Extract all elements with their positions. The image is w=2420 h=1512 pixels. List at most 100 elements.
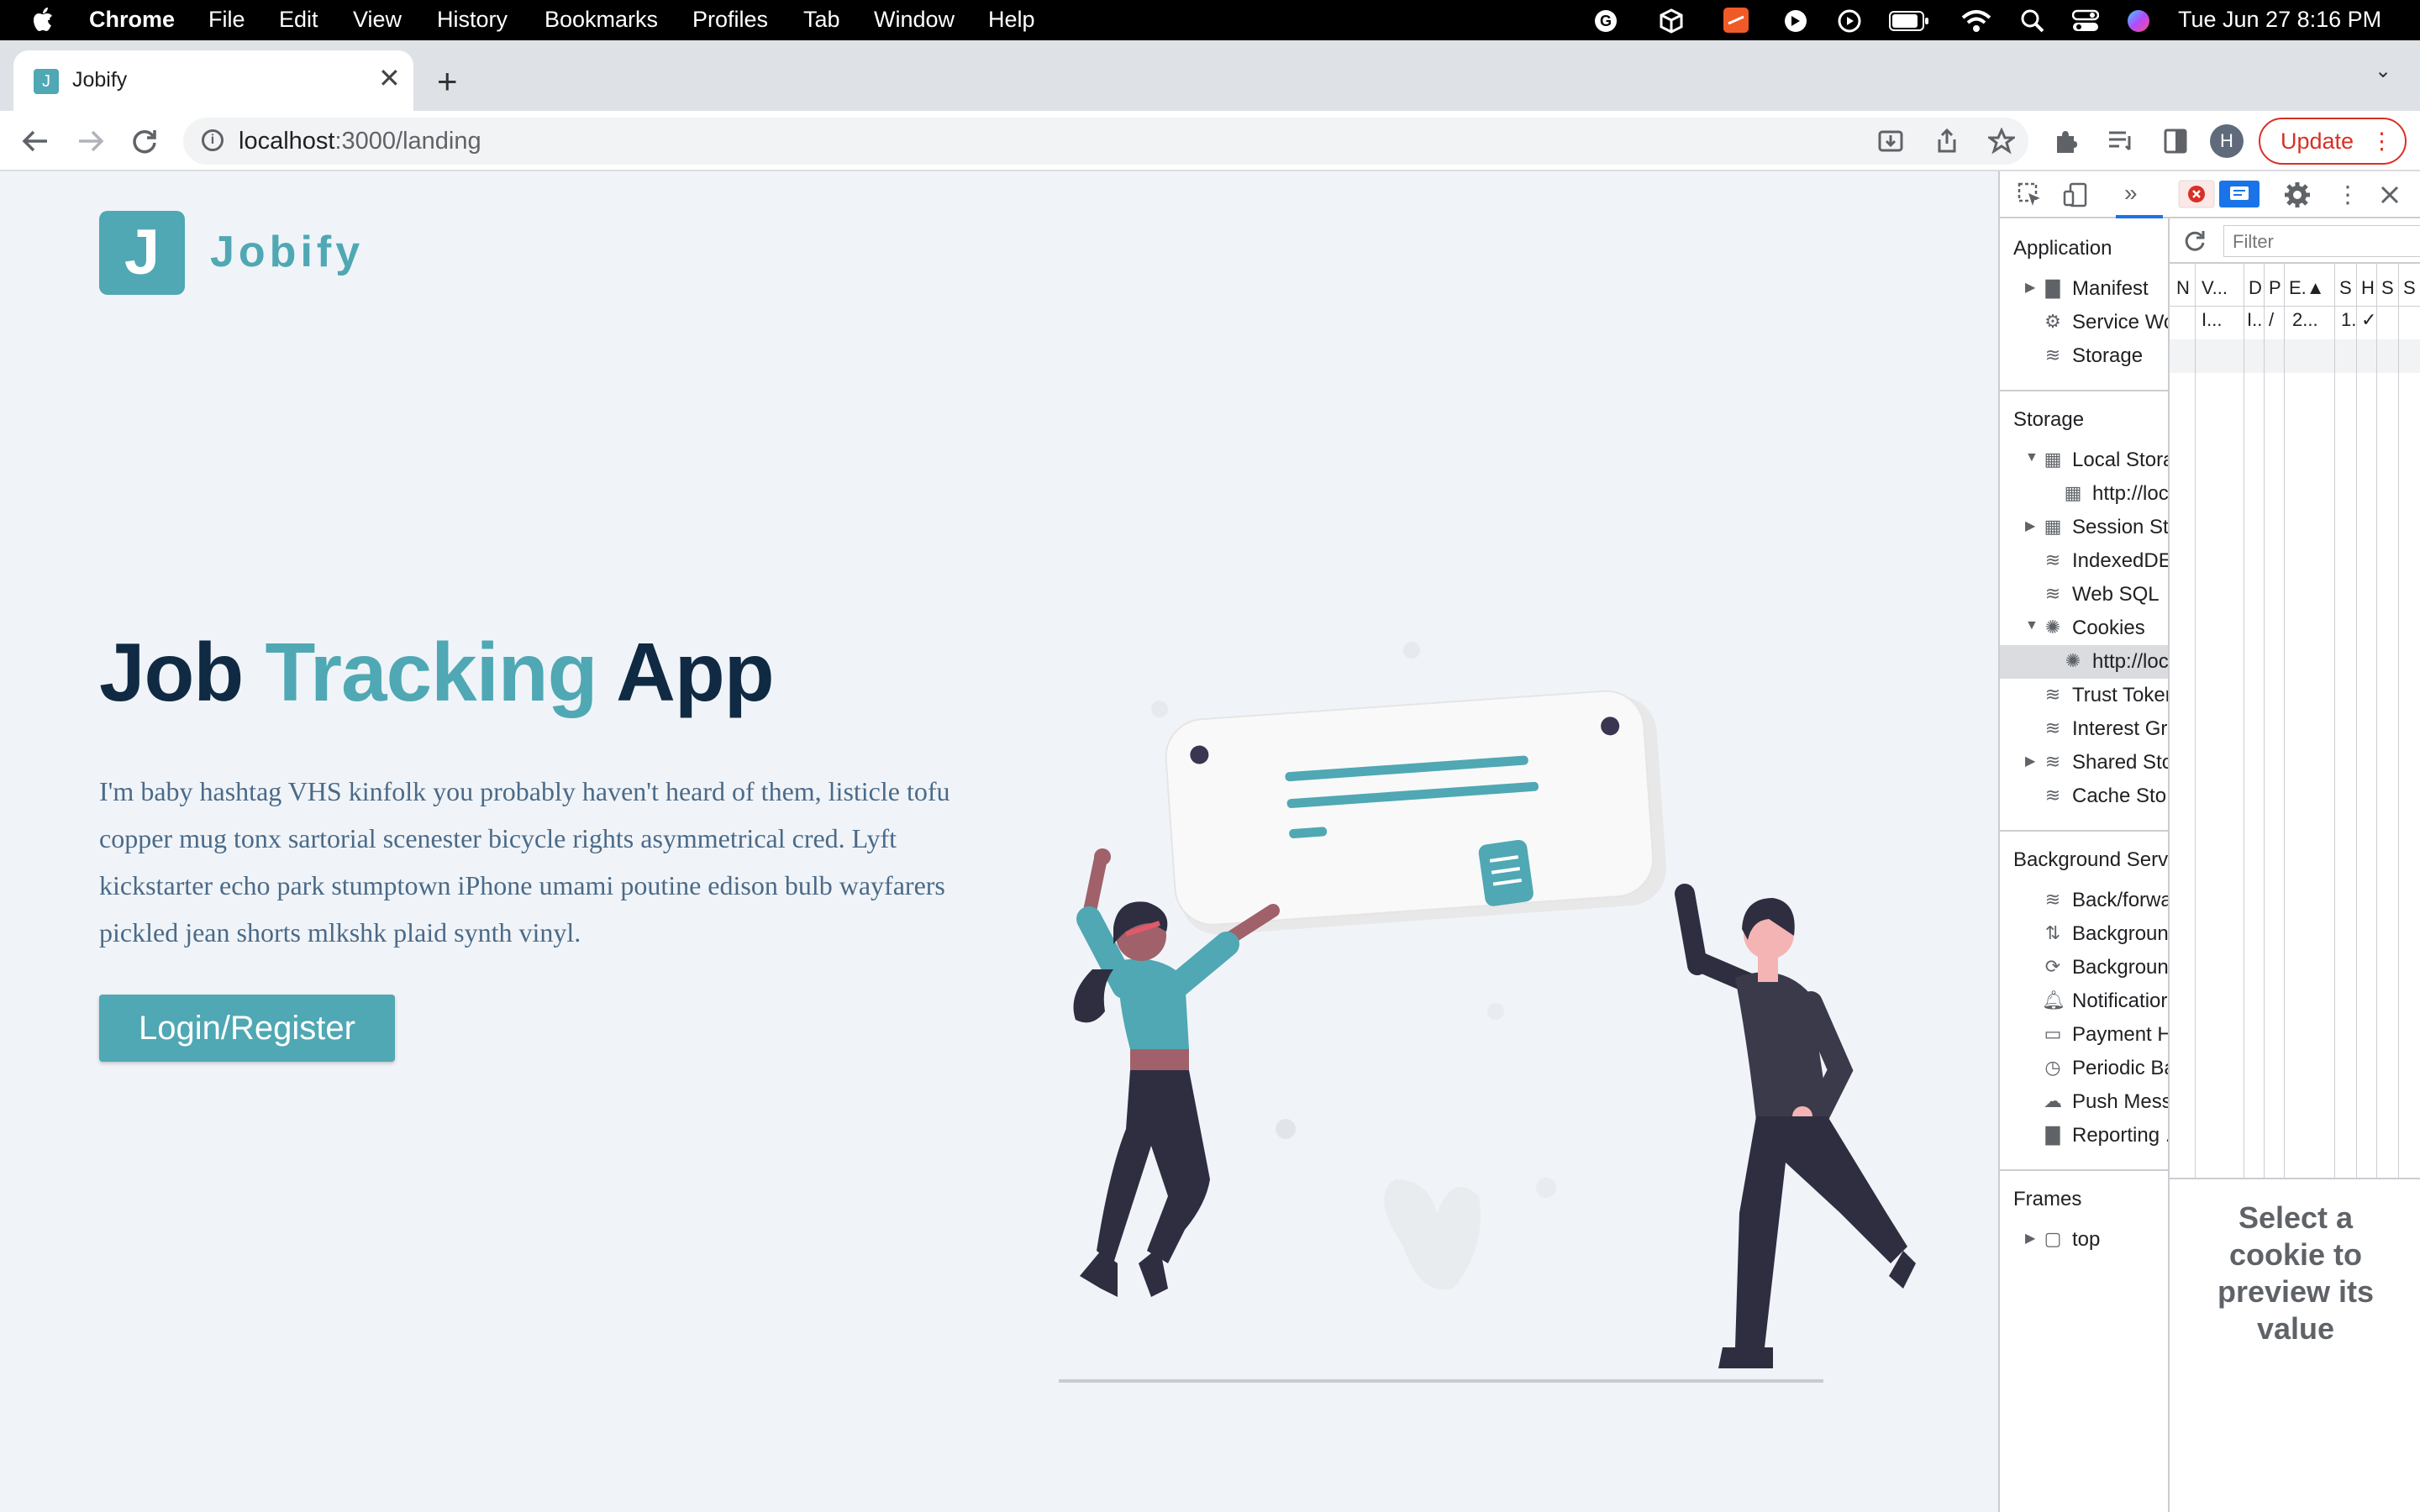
login-register-button[interactable]: Login/Register [99, 995, 395, 1062]
menu-edit[interactable]: Edit [279, 7, 318, 33]
issues-badge-icon[interactable] [2218, 180, 2260, 208]
sidebar-item-session-storage[interactable]: ▶ ▦ Session St [2000, 511, 2168, 544]
menu-profiles[interactable]: Profiles [692, 7, 768, 33]
site-info-icon[interactable]: i [202, 129, 224, 151]
column-header-path[interactable]: P [2269, 277, 2281, 299]
menu-window[interactable]: Window [874, 7, 955, 33]
sidebar-item-interest-groups[interactable]: ≋ Interest Gr [2000, 712, 2168, 746]
menubar-datetime[interactable]: Tue Jun 27 8:16 PM [2178, 7, 2381, 33]
extensions-icon[interactable] [2052, 128, 2079, 155]
device-toolbar-icon[interactable] [2062, 181, 2089, 208]
sidebar-item-manifest[interactable]: ▶ ▇ Manifest [2000, 272, 2168, 306]
column-header-secure[interactable]: S [2381, 277, 2394, 299]
profile-avatar[interactable]: H [2210, 124, 2244, 158]
sidebar-item-periodic-background-sync[interactable]: ◷ Periodic Ba [2000, 1052, 2168, 1085]
sidebar-item-local-storage-origin[interactable]: ▦ http://loc [2000, 477, 2168, 511]
column-divider [2264, 264, 2265, 1179]
sidebar-item-reporting-api[interactable]: ▇ Reporting . [2000, 1119, 2168, 1152]
install-app-icon[interactable] [1877, 128, 1904, 155]
reading-list-icon[interactable] [2107, 129, 2136, 153]
sidebar-item-local-storage[interactable]: ▼ ▦ Local Stora [2000, 444, 2168, 477]
devtools-menu-icon[interactable]: ⋮ [2336, 180, 2360, 210]
sidebar-item-frame-top[interactable]: ▶ ▢ top [2000, 1223, 2168, 1257]
sidebar-item-cache-storage[interactable]: ≋ Cache Sto [2000, 780, 2168, 813]
sidebar-item-background-sync[interactable]: ⟳ Backgroun [2000, 951, 2168, 984]
cell-path[interactable]: / [2269, 309, 2274, 331]
sidebar-item-payment-handler[interactable]: ▭ Payment H [2000, 1018, 2168, 1052]
sidebar-item-shared-storage[interactable]: ▶ ≋ Shared Sto [2000, 746, 2168, 780]
new-tab-button[interactable]: + [437, 64, 458, 99]
grammarly-icon[interactable]: G [1593, 8, 1618, 34]
spotlight-search-icon[interactable] [2020, 8, 2045, 34]
menu-file[interactable]: File [208, 7, 245, 33]
menu-history[interactable]: History [437, 7, 508, 33]
share-icon[interactable] [1934, 128, 1960, 155]
chrome-menu-icon[interactable]: ⋮ [2370, 119, 2393, 163]
frame-icon: ▢ [2044, 1228, 2062, 1249]
menu-tab[interactable]: Tab [803, 7, 840, 33]
bookmark-star-icon[interactable] [1988, 128, 2015, 155]
reload-icon[interactable] [131, 128, 158, 155]
menu-app-chrome[interactable]: Chrome [89, 7, 175, 33]
column-header-value[interactable]: V... [2202, 277, 2228, 299]
column-divider [2376, 264, 2377, 1179]
screenshot-app-icon[interactable] [1723, 7, 1749, 34]
tab-search-chevron-icon[interactable]: ⌄ [2375, 59, 2391, 83]
menu-view[interactable]: View [353, 7, 402, 33]
cell-httponly[interactable]: ✓ [2361, 309, 2376, 331]
cell-size[interactable]: 1. [2341, 309, 2356, 331]
grid-icon: ▦ [2064, 482, 2082, 503]
back-icon[interactable] [22, 129, 49, 153]
column-header-samesite[interactable]: S [2403, 277, 2416, 299]
tab-close-icon[interactable]: ✕ [378, 62, 401, 94]
inspect-element-icon[interactable] [2017, 181, 2044, 208]
sidebar-item-push-messaging[interactable]: ☁ Push Mess [2000, 1085, 2168, 1119]
update-button[interactable]: Update ⋮ [2259, 118, 2407, 165]
sidebar-item-web-sql[interactable]: ≋ Web SQL [2000, 578, 2168, 612]
sidebar-item-service-workers[interactable]: ⚙ Service Wo [2000, 306, 2168, 339]
control-center-icon[interactable] [2072, 8, 2099, 34]
browser-tab[interactable]: J Jobify ✕ [13, 50, 413, 111]
battery-icon[interactable] [1889, 10, 1929, 32]
close-devtools-icon[interactable] [2378, 183, 2402, 207]
cloud-icon: ☁ [2044, 1090, 2062, 1111]
wifi-icon[interactable] [1961, 8, 1991, 34]
column-header-domain[interactable]: D [2249, 277, 2262, 299]
column-header-httponly[interactable]: H [2361, 277, 2375, 299]
siri-icon[interactable] [2126, 8, 2151, 34]
apple-logo-icon[interactable] [32, 7, 54, 32]
column-divider [2398, 264, 2399, 1179]
table-row-empty[interactable] [2170, 339, 2420, 373]
sidebar-item-cookies-origin[interactable]: ✺ http://loc [2000, 645, 2168, 679]
cell-expires[interactable]: 2... [2292, 309, 2318, 331]
errors-badge-icon[interactable] [2178, 180, 2215, 208]
sidebar-item-back-forward-cache[interactable]: ≋ Back/forwa [2000, 884, 2168, 917]
side-panel-icon[interactable] [2163, 128, 2188, 155]
sidebar-item-storage-overview[interactable]: ≋ Storage [2000, 339, 2168, 373]
cell-value[interactable]: I... [2202, 309, 2222, 331]
sidebar-item-indexeddb[interactable]: ≋ IndexedDE [2000, 544, 2168, 578]
sidebar-item-notifications[interactable]: 🔔︎ Notificatior [2000, 984, 2168, 1018]
column-header-name[interactable]: N [2176, 277, 2190, 299]
tab-favicon-icon: J [34, 69, 59, 94]
column-header-expires[interactable]: E.▲ [2289, 277, 2325, 299]
database-icon: ≋ [2044, 889, 2061, 910]
menu-bookmarks[interactable]: Bookmarks [544, 7, 658, 33]
menu-help[interactable]: Help [988, 7, 1035, 33]
column-header-size[interactable]: S [2339, 277, 2352, 299]
address-bar[interactable]: i localhost:3000/landing [183, 118, 2028, 165]
column-divider [2356, 264, 2357, 1179]
play-icon[interactable] [1837, 8, 1862, 34]
section-storage: Storage [2013, 408, 2085, 431]
more-tabs-icon[interactable]: » [2124, 178, 2138, 208]
media-app-icon[interactable] [1783, 8, 1808, 34]
cookies-filter-input[interactable]: Filter [2223, 225, 2420, 257]
sidebar-item-background-fetch[interactable]: ⇅ Backgroun [2000, 917, 2168, 951]
sidebar-item-trust-tokens[interactable]: ≋ Trust Toker [2000, 679, 2168, 712]
cell-domain[interactable]: I.. [2247, 309, 2262, 331]
forward-icon[interactable] [77, 129, 104, 153]
settings-gear-icon[interactable] [2284, 181, 2311, 208]
refresh-icon[interactable] [2181, 228, 2207, 254]
package-icon[interactable] [1659, 8, 1684, 34]
sidebar-item-cookies[interactable]: ▼ ✺ Cookies [2000, 612, 2168, 645]
